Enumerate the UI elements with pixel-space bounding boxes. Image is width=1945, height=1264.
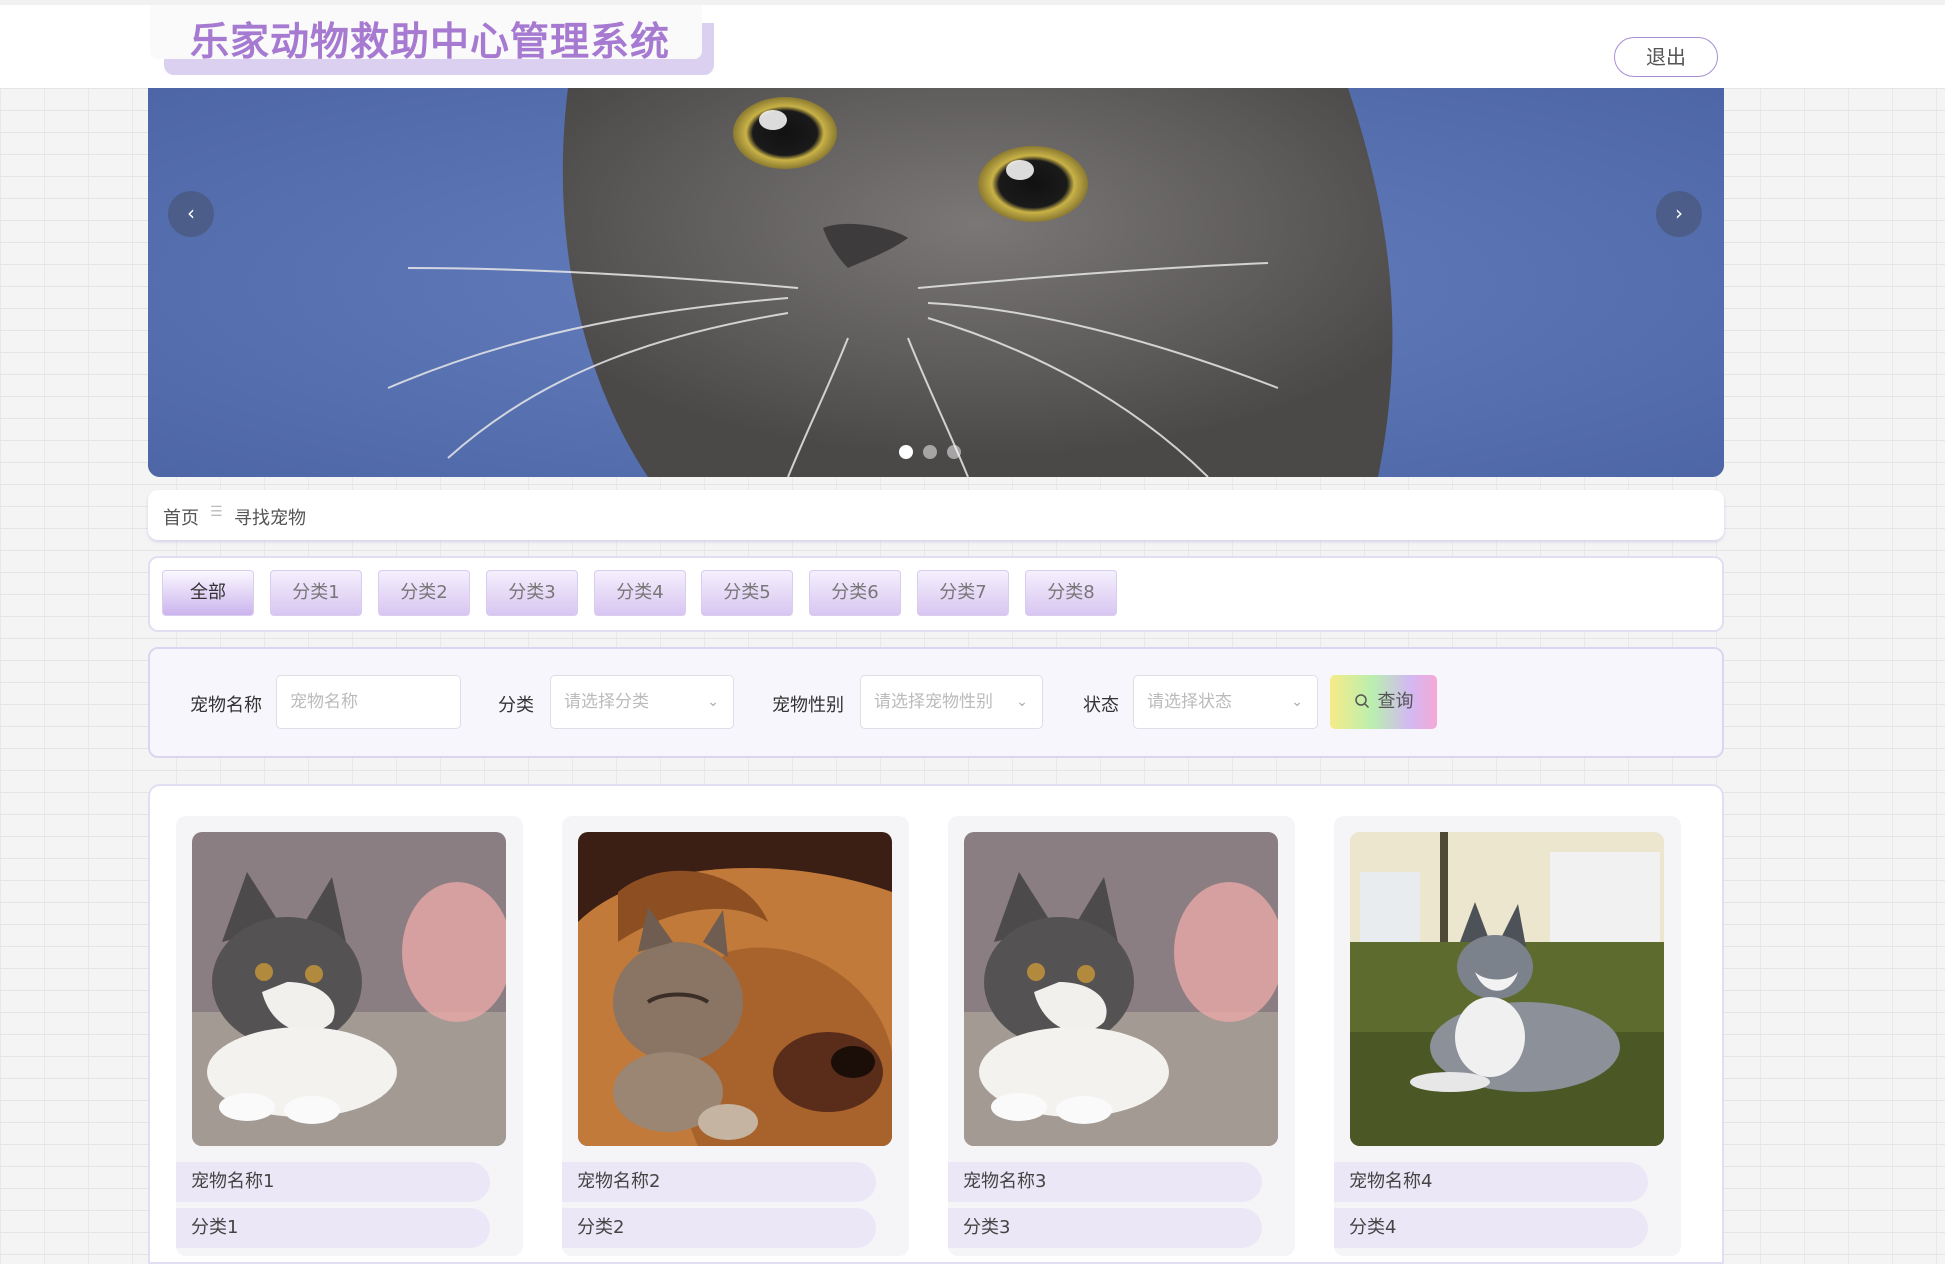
pet-image[interactable] (192, 832, 506, 1146)
chevron-down-icon: ⌄ (1016, 694, 1028, 710)
pet-category: 分类4 (1334, 1208, 1648, 1248)
pet-name-input[interactable]: 宠物名称 (276, 675, 461, 729)
pet-name: 宠物名称1 (176, 1162, 490, 1202)
pet-list: 宠物名称1 分类1 宠物名称2 分类2 宠物名称3 分类3 宠物名称4 分类4 (148, 784, 1724, 1264)
pet-image[interactable] (1350, 832, 1664, 1146)
pet-name-label: 宠物名称 (190, 695, 262, 716)
tab-category-7[interactable]: 分类7 (917, 570, 1009, 616)
pet-card[interactable]: 宠物名称3 分类3 (948, 816, 1295, 1256)
search-button-label: 查询 (1377, 691, 1414, 712)
top-bar: 乐家动物救助中心管理系统 退出 (0, 0, 1945, 88)
category-label: 分类 (498, 695, 534, 716)
kitten-with-dog-image (578, 832, 892, 1146)
pet-name: 宠物名称4 (1334, 1162, 1648, 1202)
carousel-prev-button[interactable]: ‹ (168, 191, 214, 237)
pet-gender-label: 宠物性别 (772, 695, 844, 716)
tab-category-5[interactable]: 分类5 (701, 570, 793, 616)
tab-category-6[interactable]: 分类6 (809, 570, 901, 616)
logo: 乐家动物救助中心管理系统 (150, 5, 716, 75)
status-placeholder: 请选择状态 (1147, 692, 1232, 712)
pet-image[interactable] (964, 832, 1278, 1146)
pet-card[interactable]: 宠物名称1 分类1 (176, 816, 523, 1256)
pet-card[interactable]: 宠物名称4 分类4 (1334, 816, 1681, 1256)
tab-category-4[interactable]: 分类4 (594, 570, 686, 616)
carousel-indicators (899, 445, 961, 459)
husky-on-grass-image (1350, 832, 1664, 1146)
app-title: 乐家动物救助中心管理系统 (190, 20, 671, 65)
breadcrumb: 首页 ☰ 寻找宠物 (148, 490, 1724, 540)
status-label: 状态 (1083, 695, 1119, 716)
tab-category-1[interactable]: 分类1 (270, 570, 362, 616)
category-select[interactable]: 请选择分类 ⌄ (550, 675, 734, 729)
breadcrumb-separator-icon: ☰ (210, 504, 223, 520)
tab-all[interactable]: 全部 (162, 570, 254, 616)
category-tabs: 全部 分类1 分类2 分类3 分类4 分类5 分类6 分类7 分类8 (148, 556, 1724, 632)
search-icon (1354, 694, 1369, 709)
pet-name-placeholder: 宠物名称 (290, 692, 358, 712)
search-filters: 宠物名称 宠物名称 分类 请选择分类 ⌄ 宠物性别 请选择宠物性别 ⌄ 状态 请… (148, 647, 1724, 758)
breadcrumb-home[interactable]: 首页 (163, 504, 199, 530)
tab-category-2[interactable]: 分类2 (378, 570, 470, 616)
breadcrumb-current: 寻找宠物 (234, 508, 306, 529)
carousel-dot-3[interactable] (947, 445, 961, 459)
pet-gender-select[interactable]: 请选择宠物性别 ⌄ (860, 675, 1043, 729)
pet-category: 分类3 (948, 1208, 1262, 1248)
banner-cat-image (148, 88, 1724, 477)
cat-on-sofa-image (964, 832, 1278, 1146)
pet-name: 宠物名称2 (562, 1162, 876, 1202)
logout-button[interactable]: 退出 (1614, 37, 1718, 77)
carousel-next-button[interactable]: › (1656, 191, 1702, 237)
status-select[interactable]: 请选择状态 ⌄ (1133, 675, 1318, 729)
cat-on-sofa-image (192, 832, 506, 1146)
tab-category-8[interactable]: 分类8 (1025, 570, 1117, 616)
category-placeholder: 请选择分类 (564, 692, 649, 712)
search-button[interactable]: 查询 (1330, 675, 1437, 729)
pet-gender-placeholder: 请选择宠物性别 (874, 692, 993, 712)
pet-image[interactable] (578, 832, 892, 1146)
chevron-down-icon: ⌄ (707, 694, 719, 710)
pet-category: 分类2 (562, 1208, 876, 1248)
chevron-down-icon: ⌄ (1291, 694, 1303, 710)
carousel-dot-2[interactable] (923, 445, 937, 459)
pet-name: 宠物名称3 (948, 1162, 1262, 1202)
carousel-dot-1[interactable] (899, 445, 913, 459)
pet-category: 分类1 (176, 1208, 490, 1248)
pet-card[interactable]: 宠物名称2 分类2 (562, 816, 909, 1256)
tab-category-3[interactable]: 分类3 (486, 570, 578, 616)
logo-box: 乐家动物救助中心管理系统 (150, 5, 702, 65)
banner-carousel[interactable]: ‹ › (148, 88, 1724, 477)
